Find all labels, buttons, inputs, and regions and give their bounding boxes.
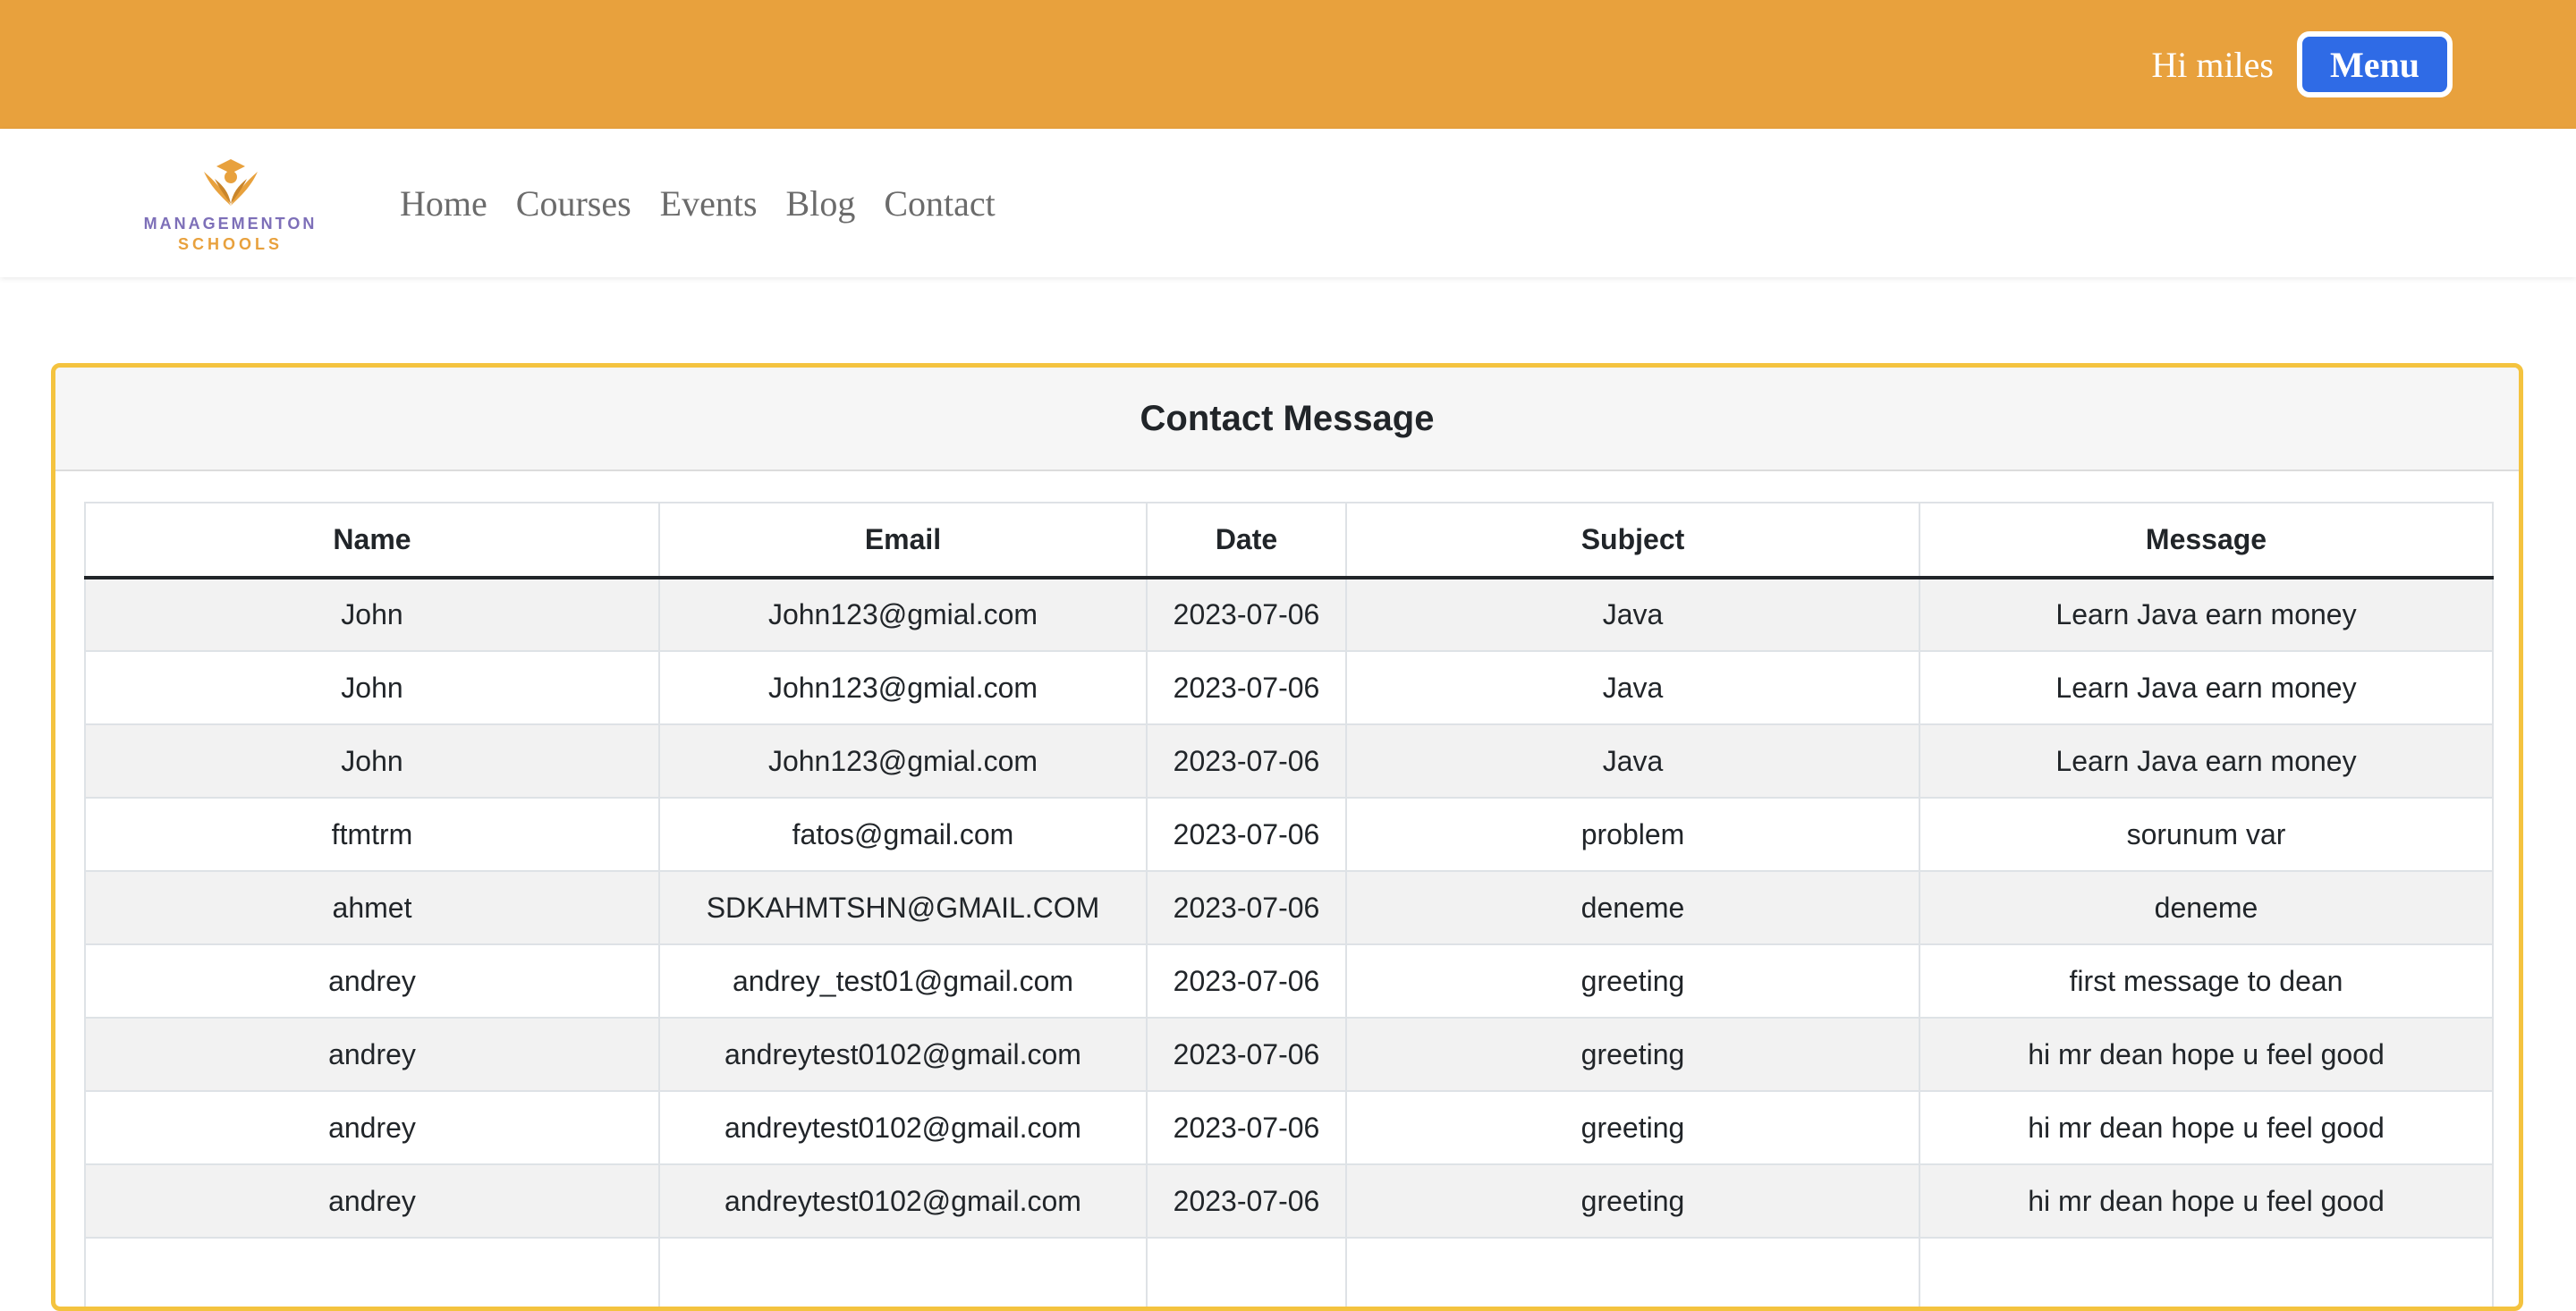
- messages-table: Name Email Date Subject Message John Joh…: [84, 502, 2494, 1307]
- card-header: Contact Message: [55, 368, 2519, 471]
- cell-subject: problem: [1345, 797, 1920, 872]
- cell-subject: greeting: [1345, 1090, 1920, 1165]
- cell-date: 2023-07-06: [1146, 1163, 1347, 1239]
- top-bar: Hi miles Menu: [0, 0, 2576, 129]
- table-row: ftmtrm fatos@gmail.com 2023-07-06 proble…: [84, 797, 2494, 872]
- cell-date: 2023-07-06: [1146, 943, 1347, 1019]
- cell-name: John: [84, 650, 660, 725]
- column-header-name: Name: [84, 502, 660, 579]
- cell-email: andreytest0102@gmail.com: [658, 1017, 1148, 1092]
- nav-events-link[interactable]: Events: [660, 182, 758, 224]
- cell-message: Learn Java earn money: [1919, 577, 2494, 652]
- cell-message: Learn Java earn money: [1919, 723, 2494, 799]
- cell-name: andrey: [84, 943, 660, 1019]
- cell-date: 2023-07-06: [1146, 870, 1347, 945]
- main-navbar: MANAGEMENTON SCHOOLS Home Courses Events…: [0, 129, 2576, 277]
- nav-courses-link[interactable]: Courses: [516, 182, 631, 224]
- column-header-email: Email: [658, 502, 1148, 579]
- cell-subject: Java: [1345, 650, 1920, 725]
- cell-name: John: [84, 577, 660, 652]
- cell-message: deneme: [1919, 870, 2494, 945]
- table-row: John John123@gmial.com 2023-07-06 Java L…: [84, 723, 2494, 799]
- cell-email: andreytest0102@gmail.com: [658, 1090, 1148, 1165]
- graduation-cap-logo-icon: [203, 159, 258, 206]
- table-row: andrey andreytest0102@gmail.com 2023-07-…: [84, 1090, 2494, 1165]
- menu-button[interactable]: Menu: [2297, 31, 2453, 97]
- cell-date: 2023-07-06: [1146, 1017, 1347, 1092]
- table-row: andrey andrey_test01@gmail.com 2023-07-0…: [84, 943, 2494, 1019]
- table-row: ahmet SDKAHMTSHN@GMAIL.COM 2023-07-06 de…: [84, 870, 2494, 945]
- cell-subject: [1345, 1237, 1920, 1307]
- cell-email: John123@gmial.com: [658, 577, 1148, 652]
- column-header-date: Date: [1146, 502, 1347, 579]
- cell-email: SDKAHMTSHN@GMAIL.COM: [658, 870, 1148, 945]
- school-logo[interactable]: MANAGEMENTON SCHOOLS: [139, 149, 322, 257]
- cell-subject: Java: [1345, 723, 1920, 799]
- table-row: John John123@gmial.com 2023-07-06 Java L…: [84, 650, 2494, 725]
- cell-message: hi mr dean hope u feel good: [1919, 1090, 2494, 1165]
- cell-name: andrey: [84, 1090, 660, 1165]
- cell-message: Learn Java earn money: [1919, 650, 2494, 725]
- cell-email: [658, 1237, 1148, 1307]
- nav-home-link[interactable]: Home: [400, 182, 487, 224]
- cell-message: first message to dean: [1919, 943, 2494, 1019]
- logo-text-line1: MANAGEMENTON: [143, 215, 318, 233]
- cell-message: hi mr dean hope u feel good: [1919, 1163, 2494, 1239]
- cell-date: 2023-07-06: [1146, 723, 1347, 799]
- cell-subject: Java: [1345, 577, 1920, 652]
- card-title: Contact Message: [1140, 398, 1435, 438]
- cell-email: fatos@gmail.com: [658, 797, 1148, 872]
- cell-subject: greeting: [1345, 1017, 1920, 1092]
- cell-message: sorunum var: [1919, 797, 2494, 872]
- cell-email: andreytest0102@gmail.com: [658, 1163, 1148, 1239]
- cell-date: [1146, 1237, 1347, 1307]
- cell-email: John123@gmial.com: [658, 723, 1148, 799]
- table-row: John John123@gmial.com 2023-07-06 Java L…: [84, 577, 2494, 652]
- cell-date: 2023-07-06: [1146, 577, 1347, 652]
- cell-date: 2023-07-06: [1146, 650, 1347, 725]
- nav-contact-link[interactable]: Contact: [884, 182, 995, 224]
- nav-links: Home Courses Events Blog Contact: [400, 182, 1024, 224]
- table-header-row: Name Email Date Subject Message: [84, 502, 2494, 579]
- logo-text-line2: SCHOOLS: [177, 235, 283, 253]
- cell-name: John: [84, 723, 660, 799]
- cell-email: John123@gmial.com: [658, 650, 1148, 725]
- cell-name: [84, 1237, 660, 1307]
- cell-subject: greeting: [1345, 943, 1920, 1019]
- cell-name: andrey: [84, 1017, 660, 1092]
- cell-date: 2023-07-06: [1146, 1090, 1347, 1165]
- cell-name: ahmet: [84, 870, 660, 945]
- messages-table-wrapper: Name Email Date Subject Message John Joh…: [84, 502, 2494, 1307]
- column-header-message: Message: [1919, 502, 2494, 579]
- contact-message-card: Contact Message Name Email Date Subject …: [51, 363, 2523, 1311]
- cell-name: ftmtrm: [84, 797, 660, 872]
- table-row: andrey andreytest0102@gmail.com 2023-07-…: [84, 1163, 2494, 1239]
- column-header-subject: Subject: [1345, 502, 1920, 579]
- table-row: [84, 1237, 2494, 1307]
- table-row: andrey andreytest0102@gmail.com 2023-07-…: [84, 1017, 2494, 1092]
- cell-email: andrey_test01@gmail.com: [658, 943, 1148, 1019]
- cell-message: [1919, 1237, 2494, 1307]
- user-greeting: Hi miles: [2151, 44, 2274, 85]
- cell-subject: deneme: [1345, 870, 1920, 945]
- cell-date: 2023-07-06: [1146, 797, 1347, 872]
- cell-subject: greeting: [1345, 1163, 1920, 1239]
- cell-message: hi mr dean hope u feel good: [1919, 1017, 2494, 1092]
- cell-name: andrey: [84, 1163, 660, 1239]
- nav-blog-link[interactable]: Blog: [786, 182, 856, 224]
